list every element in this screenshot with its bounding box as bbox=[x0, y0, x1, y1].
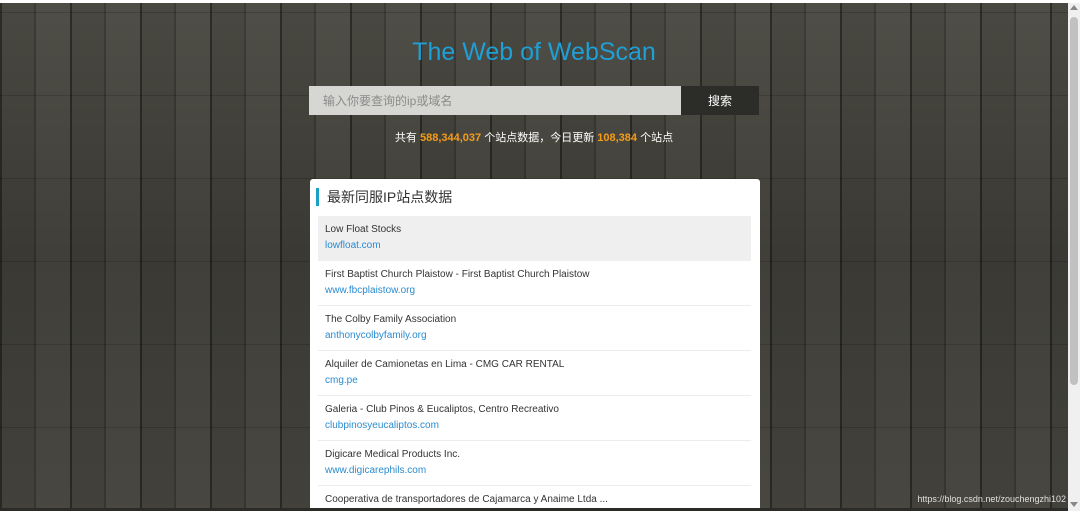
site-url-link[interactable]: lowfloat.com bbox=[325, 240, 381, 251]
list-item[interactable]: Low Float Stocks lowfloat.com bbox=[318, 216, 751, 261]
search-button[interactable]: 搜索 bbox=[681, 86, 759, 115]
site-title-text: First Baptist Church Plaistow - First Ba… bbox=[325, 269, 590, 280]
site-url-link[interactable]: anthonycolbyfamily.org bbox=[325, 330, 427, 341]
site-list: Low Float Stocks lowfloat.com First Bapt… bbox=[318, 216, 751, 511]
stats-middle: 个站点数据，今日更新 bbox=[484, 132, 595, 144]
site-url-link[interactable]: www.digicarephils.com bbox=[325, 465, 426, 476]
site-title-text: Cooperativa de transportadores de Cajama… bbox=[325, 494, 608, 505]
scroll-up-arrow-icon[interactable] bbox=[1070, 5, 1078, 10]
list-item[interactable]: First Baptist Church Plaistow - First Ba… bbox=[318, 261, 751, 306]
latest-sites-panel: 最新同服IP站点数据 Low Float Stocks lowfloat.com… bbox=[310, 179, 760, 511]
site-url-link[interactable]: cmg.pe bbox=[325, 375, 358, 386]
list-item[interactable]: Digicare Medical Products Inc. www.digic… bbox=[318, 441, 751, 486]
search-bar: 搜索 bbox=[309, 86, 759, 115]
list-item[interactable]: The Colby Family Association anthonycolb… bbox=[318, 306, 751, 351]
site-url-link[interactable]: clubpinosyeucaliptos.com bbox=[325, 420, 439, 431]
list-item[interactable]: Galeria - Club Pinos & Eucaliptos, Centr… bbox=[318, 396, 751, 441]
top-border bbox=[0, 0, 1080, 3]
list-item[interactable]: Alquiler de Camionetas en Lima - CMG CAR… bbox=[318, 351, 751, 396]
scroll-down-arrow-icon[interactable] bbox=[1070, 502, 1078, 507]
site-title-text: Digicare Medical Products Inc. bbox=[325, 449, 461, 460]
site-title-text: The Colby Family Association bbox=[325, 314, 457, 325]
today-updated-count: 108,384 bbox=[597, 132, 638, 144]
scrollbar-thumb[interactable] bbox=[1070, 17, 1078, 385]
panel-title: 最新同服IP站点数据 bbox=[316, 188, 452, 206]
site-url-link[interactable]: www.fbcplaistow.org bbox=[325, 285, 415, 296]
stats-prefix: 共有 bbox=[394, 132, 417, 144]
site-title: The Web of WebScan bbox=[412, 38, 656, 66]
site-title-text: Alquiler de Camionetas en Lima - CMG CAR… bbox=[325, 359, 565, 370]
site-title-text: Low Float Stocks bbox=[325, 224, 402, 235]
stats-suffix: 个站点 bbox=[640, 132, 674, 144]
site-title-text: Galeria - Club Pinos & Eucaliptos, Centr… bbox=[325, 404, 559, 415]
total-sites-count: 588,344,037 bbox=[419, 132, 482, 144]
site-stats: 共有 588,344,037 个站点数据，今日更新 108,384 个站点 bbox=[0, 129, 1068, 145]
vertical-scrollbar[interactable] bbox=[1068, 3, 1080, 511]
watermark-text: https://blog.csdn.net/zouchengzhi102 bbox=[917, 494, 1066, 504]
search-input[interactable] bbox=[309, 86, 681, 115]
